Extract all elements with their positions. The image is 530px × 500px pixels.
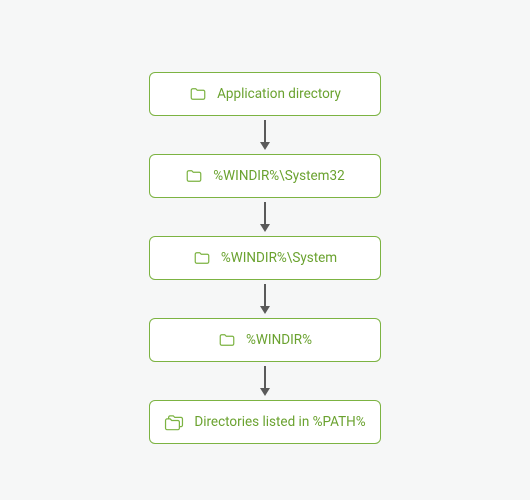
node-label: %WINDIR% <box>246 332 312 348</box>
arrow <box>264 202 266 232</box>
node-label: %WINDIR%\System32 <box>213 168 344 184</box>
arrow <box>264 366 266 396</box>
node-windir: %WINDIR% <box>149 318 381 362</box>
arrow <box>264 284 266 314</box>
node-application-directory: Application directory <box>149 72 381 116</box>
folder-icon <box>185 167 203 185</box>
node-windir-system32: %WINDIR%\System32 <box>149 154 381 198</box>
folder-icon <box>193 249 211 267</box>
node-label: %WINDIR%\System <box>221 250 337 266</box>
folder-icon <box>218 331 236 349</box>
folder-icon <box>189 85 207 103</box>
node-label: Application directory <box>217 86 341 102</box>
folders-icon <box>164 413 184 431</box>
node-path-directories: Directories listed in %PATH% <box>149 400 381 444</box>
node-windir-system: %WINDIR%\System <box>149 236 381 280</box>
node-label: Directories listed in %PATH% <box>194 414 365 430</box>
arrow <box>264 120 266 150</box>
